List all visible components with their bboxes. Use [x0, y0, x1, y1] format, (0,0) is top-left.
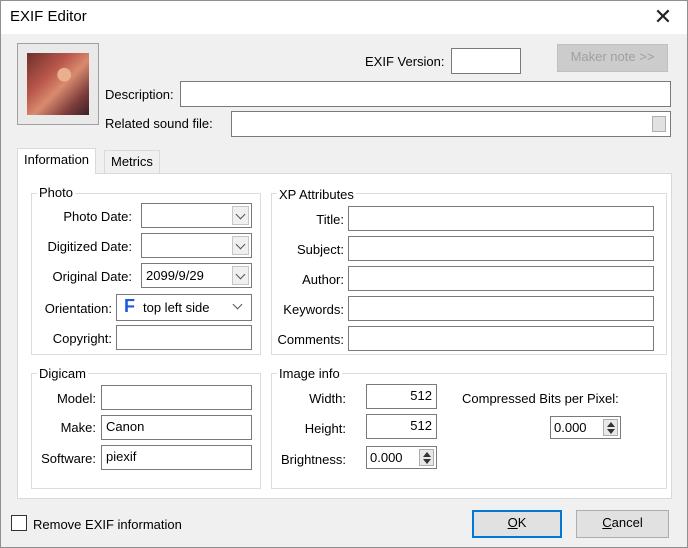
title-bar	[0, 0, 688, 34]
ok-button-label-rest: K	[517, 515, 527, 530]
xp-title-label: Title:	[316, 212, 344, 227]
description-field[interactable]	[180, 81, 671, 107]
height-field[interactable]: 512	[366, 414, 437, 439]
make-label: Make:	[60, 420, 96, 435]
cbpp-value: 0.000	[554, 420, 587, 435]
original-date-label: Original Date:	[52, 269, 132, 284]
spin-arrows-icon[interactable]	[419, 449, 434, 466]
chevron-down-icon[interactable]	[232, 299, 243, 310]
model-label: Model:	[56, 391, 96, 406]
brightness-label: Brightness:	[280, 452, 346, 467]
copyright-label: Copyright:	[52, 331, 112, 346]
make-field[interactable]: Canon	[101, 415, 252, 440]
xp-title-field[interactable]	[348, 206, 654, 231]
tab-information[interactable]: Information	[17, 148, 97, 174]
digitized-date-picker[interactable]	[141, 233, 252, 258]
width-field[interactable]: 512	[366, 384, 437, 409]
xp-comments-label: Comments:	[277, 332, 344, 347]
chevron-down-icon[interactable]	[232, 236, 249, 255]
photo-thumbnail	[17, 43, 99, 125]
xp-author-label: Author:	[302, 272, 344, 287]
xp-keywords-label: Keywords:	[283, 302, 344, 317]
spin-arrows-icon[interactable]	[603, 419, 618, 436]
photo-group-title: Photo	[37, 185, 75, 200]
description-label: Description:	[105, 87, 174, 102]
exif-version-label: EXIF Version:	[365, 54, 445, 69]
original-date-value: 2099/9/29	[146, 268, 204, 283]
maker-note-button[interactable]: Maker note >>	[557, 44, 668, 72]
cbpp-spinner[interactable]: 0.000	[550, 416, 621, 439]
ok-button-mnemonic: O	[507, 515, 518, 530]
orientation-value: top left side	[143, 300, 210, 315]
photo-date-label: Photo Date:	[63, 209, 132, 224]
brightness-value: 0.000	[370, 450, 403, 465]
thumbnail-image	[27, 53, 89, 115]
xp-comments-field[interactable]	[348, 326, 654, 351]
chevron-down-icon[interactable]	[232, 206, 249, 225]
sound-file-field[interactable]	[231, 111, 671, 137]
width-label: Width:	[309, 391, 346, 406]
orientation-label: Orientation:	[44, 301, 112, 316]
cbpp-label: Compressed Bits per Pixel:	[462, 391, 619, 406]
cancel-button-mnemonic: C	[602, 515, 612, 530]
brightness-spinner[interactable]: 0.000	[366, 446, 437, 469]
chevron-down-icon[interactable]	[232, 266, 249, 285]
close-icon[interactable]: ✕	[648, 4, 678, 30]
digicam-group-title: Digicam	[37, 366, 88, 381]
exif-version-field[interactable]	[451, 48, 521, 74]
digitized-date-label: Digitized Date:	[47, 239, 132, 254]
xp-keywords-field[interactable]	[348, 296, 654, 321]
cancel-button[interactable]: Cancel	[576, 510, 669, 538]
ok-button[interactable]: OK	[472, 510, 562, 538]
xp-author-field[interactable]	[348, 266, 654, 291]
window-title: EXIF Editor	[10, 8, 87, 25]
orientation-glyph-icon: F	[124, 296, 135, 316]
software-field[interactable]: piexif	[101, 445, 252, 470]
original-date-picker[interactable]: 2099/9/29	[141, 263, 252, 288]
image-info-title: Image info	[277, 366, 342, 381]
remove-exif-checkbox[interactable]	[11, 515, 27, 531]
browse-sound-button[interactable]	[652, 116, 666, 132]
xp-subject-field[interactable]	[348, 236, 654, 261]
xp-attributes-title: XP Attributes	[277, 187, 356, 202]
software-label: Software:	[41, 451, 96, 466]
copyright-field[interactable]	[116, 325, 252, 350]
tab-metrics[interactable]: Metrics	[104, 150, 160, 173]
remove-exif-label[interactable]: Remove EXIF information	[33, 517, 182, 532]
height-label: Height:	[304, 421, 346, 436]
photo-date-picker[interactable]	[141, 203, 252, 228]
sound-file-label: Related sound file:	[105, 116, 213, 131]
orientation-select[interactable]: F top left side	[116, 294, 252, 321]
xp-subject-label: Subject:	[297, 242, 344, 257]
cancel-button-label-rest: ancel	[611, 515, 643, 530]
model-field[interactable]	[101, 385, 252, 410]
